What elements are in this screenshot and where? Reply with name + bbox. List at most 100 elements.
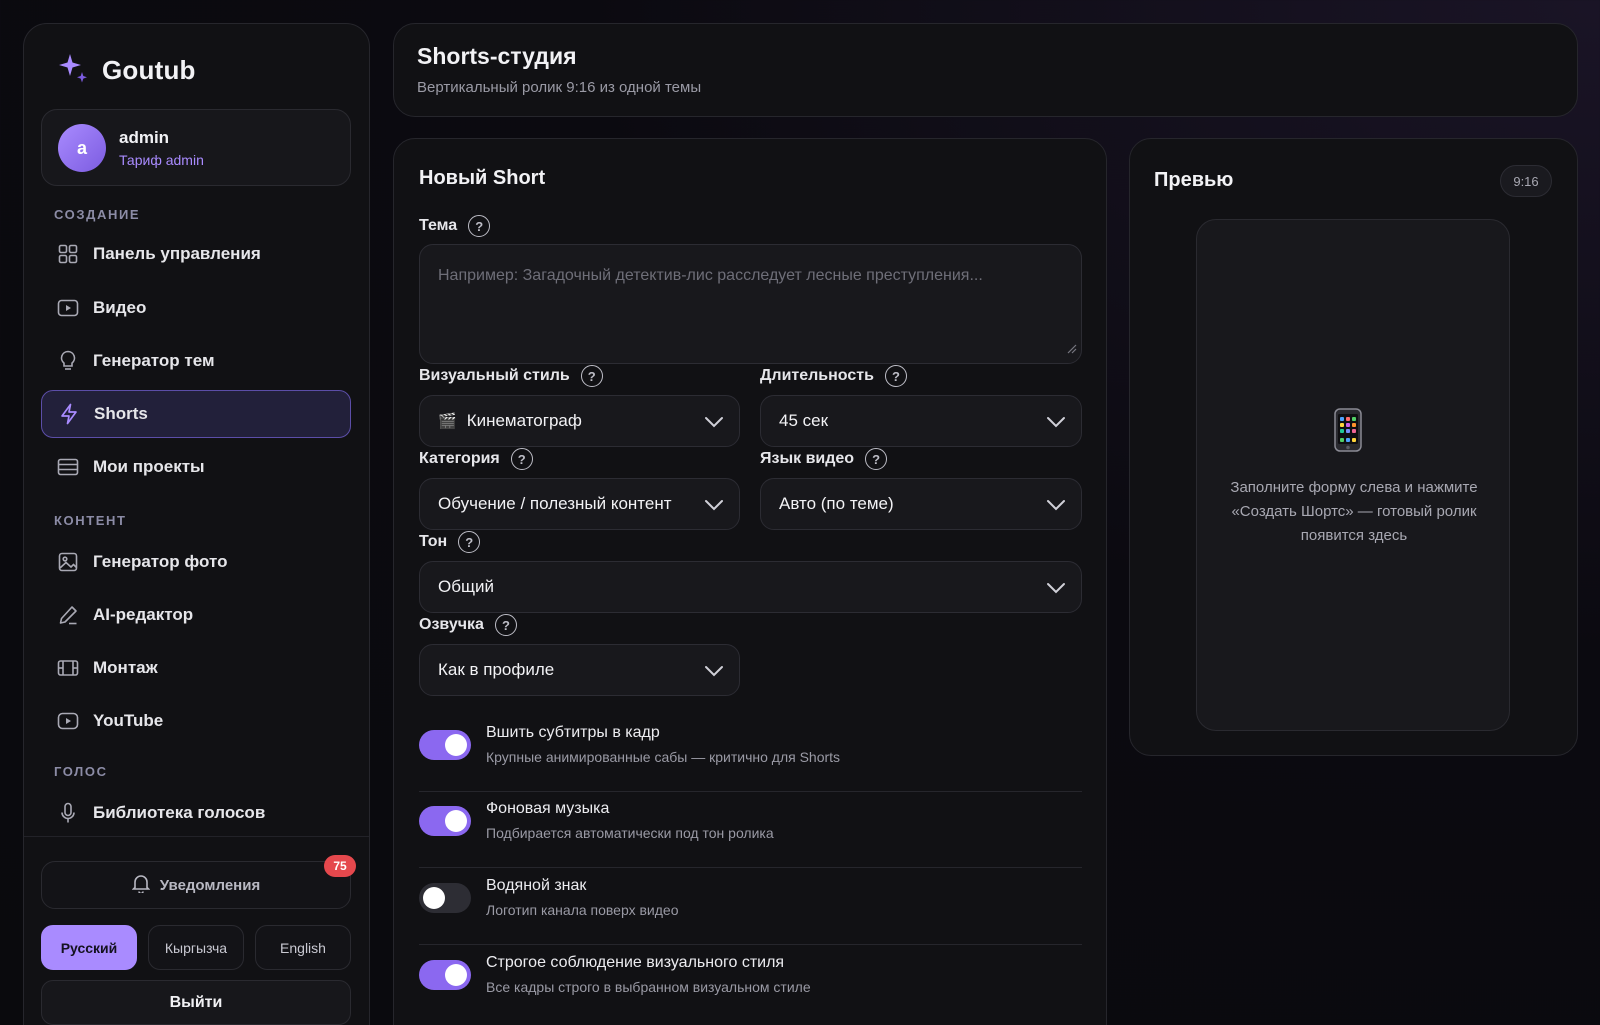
lightning-icon bbox=[58, 403, 80, 425]
notifications-button[interactable]: Уведомления bbox=[41, 861, 351, 909]
app-name: Goutub bbox=[102, 55, 196, 85]
video-icon bbox=[57, 297, 79, 319]
visual-style-help-icon[interactable]: ? bbox=[580, 365, 603, 387]
film-icon bbox=[57, 657, 79, 679]
watermark-toggle[interactable] bbox=[419, 883, 471, 913]
sparkle-logo-icon bbox=[58, 52, 88, 89]
duration-help-icon[interactable]: ? bbox=[884, 365, 907, 387]
page-header: Shorts-студия Вертикальный ролик 9:16 из… bbox=[393, 23, 1578, 117]
topic-placeholder: Например: Загадочный детектив-лис рассле… bbox=[438, 267, 983, 284]
preview-placeholder: Заполните форму слева и нажмите «Создать… bbox=[1196, 219, 1510, 731]
toggle-description: Крупные анимированные сабы — критично дл… bbox=[486, 749, 841, 765]
video-language-help-icon[interactable]: ? bbox=[865, 448, 888, 470]
new-short-form: Новый Short Тема ? Например: Загадочный … bbox=[393, 138, 1107, 1025]
user-plan: Тариф admin bbox=[119, 152, 204, 168]
tone-label-text: Тон bbox=[419, 533, 448, 550]
sidebar-item-ai-editor[interactable]: AI-редактор bbox=[41, 591, 351, 639]
image-icon bbox=[57, 551, 79, 573]
toggle-description: Логотип канала поверх видео bbox=[486, 902, 679, 918]
topic-input[interactable]: Например: Загадочный детектив-лис рассле… bbox=[419, 244, 1082, 364]
sidebar-item-my-projects[interactable]: Мои проекты bbox=[41, 443, 351, 491]
toggle-row-burn-subtitles: Вшить субтитры в кадр Крупные анимирован… bbox=[419, 716, 1082, 792]
burn-subtitles-toggle[interactable] bbox=[419, 730, 471, 760]
toggle-knob bbox=[445, 964, 467, 986]
toggle-row-watermark: Водяной знак Логотип канала поверх видео bbox=[419, 869, 1082, 945]
sidebar-item-youtube[interactable]: YouTube bbox=[41, 697, 351, 745]
toggle-title: Вшить субтитры в кадр bbox=[486, 724, 660, 741]
sidebar-item-voice-library[interactable]: Библиотека голосов bbox=[41, 789, 351, 837]
sidebar-item-dashboard[interactable]: Панель управления bbox=[41, 230, 351, 278]
projects-icon bbox=[57, 456, 79, 478]
voiceover-help-icon[interactable]: ? bbox=[494, 614, 517, 636]
pencil-icon bbox=[57, 604, 79, 626]
chevron-down-icon bbox=[703, 660, 725, 687]
toggle-knob bbox=[445, 810, 467, 832]
visual-style-select[interactable]: 🎬 Кинематограф bbox=[419, 395, 740, 447]
section-label-create: СОЗДАНИЕ bbox=[54, 207, 141, 222]
topic-label-text: Тема bbox=[419, 217, 458, 234]
toggle-description: Все кадры строго в выбранном визуальном … bbox=[486, 979, 811, 995]
page-subtitle: Вертикальный ролик 9:16 из одной темы bbox=[417, 79, 702, 96]
tone-select[interactable]: Общий bbox=[419, 561, 1082, 613]
visual-style-label-text: Визуальный стиль bbox=[419, 367, 570, 384]
sidebar-item-shorts[interactable]: Shorts bbox=[41, 390, 351, 438]
duration-label: Длительность ? bbox=[760, 365, 907, 387]
sidebar-footer: Уведомления 75 Русский Кыргызча English … bbox=[24, 836, 369, 1025]
section-label-voice: ГОЛОС bbox=[54, 764, 108, 779]
category-value: Обучение / полезный контент bbox=[438, 494, 672, 513]
preview-title: Превью bbox=[1154, 169, 1234, 191]
user-card[interactable]: a admin Тариф admin bbox=[41, 109, 351, 186]
sidebar: Goutub a admin Тариф admin СОЗДАНИЕ Пане… bbox=[23, 23, 370, 1025]
sidebar-item-label: YouTube bbox=[93, 711, 164, 730]
video-language-label-text: Язык видео bbox=[760, 450, 855, 467]
preview-panel: Превью 9:16 Заполните форму слева и нажм… bbox=[1129, 138, 1578, 756]
visual-style-value: Кинематограф bbox=[466, 411, 582, 430]
voiceover-label-text: Озвучка bbox=[419, 616, 484, 633]
category-help-icon[interactable]: ? bbox=[510, 448, 533, 470]
brand[interactable]: Goutub bbox=[58, 52, 196, 89]
microphone-icon bbox=[57, 802, 79, 824]
sidebar-item-label: Библиотека голосов bbox=[93, 803, 266, 822]
video-language-select[interactable]: Авто (по теме) bbox=[760, 478, 1082, 530]
category-label-text: Категория bbox=[419, 450, 500, 467]
voiceover-select[interactable]: Как в профиле bbox=[419, 644, 740, 696]
notifications-label: Уведомления bbox=[159, 876, 261, 894]
toggle-title: Строгое соблюдение визуального стиля bbox=[486, 954, 785, 971]
sidebar-item-video[interactable]: Видео bbox=[41, 284, 351, 332]
bell-icon bbox=[131, 873, 151, 897]
topic-help-icon[interactable]: ? bbox=[468, 215, 491, 237]
toggle-row-strict-style: Строгое соблюдение визуального стиля Все… bbox=[419, 946, 1082, 1022]
strict-style-toggle[interactable] bbox=[419, 960, 471, 990]
sidebar-item-photo-generator[interactable]: Генератор фото bbox=[41, 538, 351, 586]
chevron-down-icon bbox=[703, 411, 725, 438]
toggle-row-background-music: Фоновая музыка Подбирается автоматически… bbox=[419, 792, 1082, 868]
page-title: Shorts-студия bbox=[417, 43, 577, 69]
sidebar-item-label: Монтаж bbox=[93, 658, 158, 677]
duration-value: 45 сек bbox=[779, 411, 829, 430]
language-button-english[interactable]: English bbox=[255, 925, 351, 970]
language-button-russian[interactable]: Русский bbox=[41, 925, 137, 970]
chevron-down-icon bbox=[1045, 577, 1067, 604]
user-name: admin bbox=[119, 128, 170, 147]
sidebar-item-label: Видео bbox=[93, 298, 147, 317]
sidebar-item-topic-generator[interactable]: Генератор тем bbox=[41, 337, 351, 385]
preview-placeholder-text: Заполните форму слева и нажмите «Создать… bbox=[1230, 479, 1478, 544]
sidebar-item-label: Shorts bbox=[94, 404, 148, 423]
tone-help-icon[interactable]: ? bbox=[458, 531, 481, 553]
sidebar-item-montage[interactable]: Монтаж bbox=[41, 644, 351, 692]
form-title: Новый Short bbox=[419, 167, 546, 189]
youtube-icon bbox=[57, 710, 79, 732]
toggle-knob bbox=[423, 887, 445, 909]
category-select[interactable]: Обучение / полезный контент bbox=[419, 478, 740, 530]
background-music-toggle[interactable] bbox=[419, 806, 471, 836]
duration-select[interactable]: 45 сек bbox=[760, 395, 1082, 447]
logout-button[interactable]: Выйти bbox=[41, 980, 351, 1025]
avatar: a bbox=[58, 124, 106, 172]
toggle-title: Водяной знак bbox=[486, 877, 587, 894]
sidebar-item-label: Генератор фото bbox=[93, 552, 228, 571]
chevron-down-icon bbox=[703, 494, 725, 521]
language-button-kyrgyz[interactable]: Кыргызча bbox=[148, 925, 244, 970]
resize-grip-icon[interactable] bbox=[1067, 341, 1077, 359]
sidebar-item-label: Панель управления bbox=[93, 244, 261, 263]
dashboard-icon bbox=[57, 243, 79, 265]
